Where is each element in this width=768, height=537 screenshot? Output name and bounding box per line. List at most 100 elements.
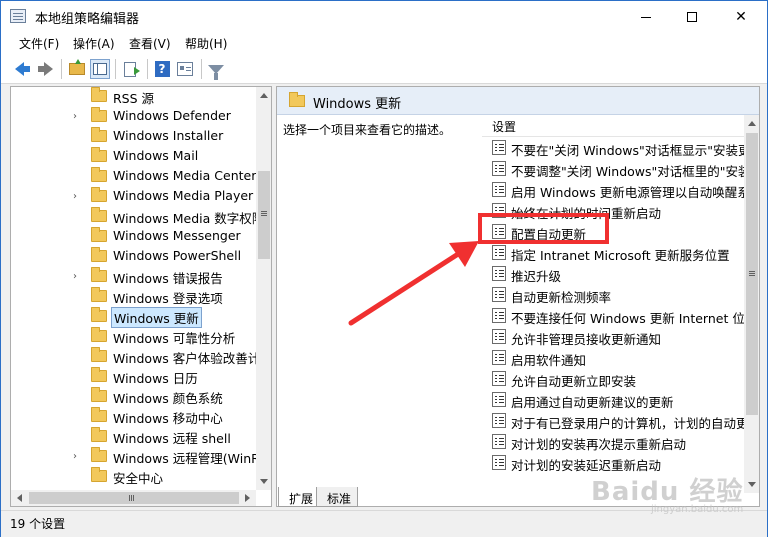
tree-item[interactable]: Windows 可靠性分析 — [11, 327, 256, 347]
tree-item[interactable]: Windows Installer — [11, 127, 256, 147]
menu-view[interactable]: 查看(V) — [129, 35, 171, 52]
tree-item[interactable]: 安全中心 — [11, 467, 256, 487]
tree-item-label: Windows Defender — [113, 108, 231, 123]
tree-item[interactable]: › Windows 错误报告 — [11, 267, 256, 287]
tree-item[interactable]: Windows 颜色系统 — [11, 387, 256, 407]
tree-item[interactable]: RSS 源 — [11, 87, 256, 107]
policy-setting-icon — [492, 350, 506, 365]
setting-row[interactable]: 自动更新检测频率 — [482, 284, 744, 305]
tree-item[interactable]: Windows Messenger — [11, 227, 256, 247]
folder-icon — [289, 92, 305, 107]
setting-row[interactable]: 指定 Intranet Microsoft 更新服务位置 — [482, 242, 744, 263]
tree-item[interactable]: Windows 移动中心 — [11, 407, 256, 427]
tree-item[interactable]: Windows 远程 shell — [11, 427, 256, 447]
scroll-right-icon[interactable] — [245, 494, 250, 502]
tree-item[interactable]: Windows 登录选项 — [11, 287, 256, 307]
policy-setting-icon — [492, 329, 506, 344]
menu-file[interactable]: 文件(F) — [19, 35, 59, 52]
setting-row[interactable]: 不要调整"关闭 Windows"对话框里的"安装更 — [482, 158, 744, 179]
tree-item-label: Windows Messenger — [113, 228, 241, 243]
tab-extended[interactable]: 扩展 — [278, 487, 321, 507]
setting-row[interactable]: 对于有已登录用户的计算机，计划的自动更新 — [482, 410, 744, 431]
scroll-down-icon[interactable] — [260, 479, 268, 484]
folder-icon — [91, 467, 107, 482]
setting-row[interactable]: 允许自动更新立即安装 — [482, 368, 744, 389]
forward-arrow-icon[interactable] — [35, 59, 55, 79]
tree-item[interactable]: Windows 日历 — [11, 367, 256, 387]
tab-standard[interactable]: 标准 — [316, 487, 359, 507]
watermark-url: jingyan.baidu.com — [651, 504, 744, 515]
policy-setting-icon — [492, 455, 506, 470]
expand-chevron-icon[interactable]: › — [73, 191, 83, 203]
properties-icon[interactable] — [175, 59, 195, 79]
maximize-button[interactable] — [669, 1, 715, 32]
setting-row[interactable]: 对计划的安装延迟重新启动 — [482, 452, 744, 473]
menu-help[interactable]: 帮助(H) — [185, 35, 227, 52]
setting-label: 允许自动更新立即安装 — [511, 374, 637, 389]
tree-item-label: Windows 客户体验改善计 — [113, 351, 261, 366]
folder-icon — [91, 167, 107, 182]
setting-label: 允许非管理员接收更新通知 — [511, 332, 662, 347]
setting-row[interactable]: 启用软件通知 — [482, 347, 744, 368]
tree-item[interactable]: Windows Media 数字权限 — [11, 207, 264, 227]
tree-item-label: Windows PowerShell — [113, 248, 242, 263]
up-folder-icon[interactable] — [67, 59, 87, 79]
scroll-thumb[interactable] — [746, 133, 758, 415]
scroll-up-icon[interactable] — [748, 121, 756, 126]
tree-item-label: Windows 登录选项 — [113, 291, 223, 306]
policy-setting-icon — [492, 287, 506, 302]
tree-vertical-scrollbar[interactable] — [256, 87, 271, 490]
scroll-left-icon[interactable] — [17, 494, 22, 502]
tree-item-label: Windows 远程 shell — [113, 431, 231, 446]
policy-setting-icon — [492, 434, 506, 449]
expand-chevron-icon[interactable]: › — [73, 271, 83, 283]
setting-row[interactable]: 不要连接任何 Windows 更新 Internet 位置 — [482, 305, 744, 326]
window-title: 本地组策略编辑器 — [35, 12, 140, 27]
expand-chevron-icon[interactable]: › — [73, 111, 83, 123]
tree-item[interactable]: › Windows Media Player — [11, 187, 256, 207]
scroll-thumb[interactable] — [258, 171, 270, 259]
tree-item-label: Windows 日历 — [113, 371, 198, 386]
tree-item-label: Windows 移动中心 — [113, 411, 223, 426]
tree-item-label: Windows 错误报告 — [113, 271, 223, 286]
tree-item-label: RSS 源 — [113, 91, 155, 106]
settings-vertical-scrollbar[interactable] — [744, 115, 759, 493]
tree-item[interactable]: Windows Media Center — [11, 167, 256, 187]
tree-item-label: Windows Mail — [113, 148, 199, 163]
folder-icon — [91, 127, 107, 142]
toolbar-separator — [115, 59, 116, 79]
minimize-button[interactable] — [623, 1, 669, 32]
tree-item[interactable]: › Windows 远程管理(WinRI — [11, 447, 264, 467]
setting-row[interactable]: 启用 Windows 更新电源管理以自动唤醒系统 — [482, 179, 744, 200]
setting-row[interactable]: 对计划的安装再次提示重新启动 — [482, 431, 744, 452]
menu-action[interactable]: 操作(A) — [73, 35, 115, 52]
close-button[interactable]: ✕ — [715, 1, 767, 32]
export-list-icon[interactable] — [120, 59, 140, 79]
setting-row[interactable]: 启用通过自动更新建议的更新 — [482, 389, 744, 410]
tree-item[interactable]: › Windows Defender — [11, 107, 256, 127]
tree-item[interactable]: Windows Mail — [11, 147, 256, 167]
setting-row[interactable]: 不要在"关闭 Windows"对话框显示"安装更新 — [482, 137, 744, 158]
setting-row[interactable]: 允许非管理员接收更新通知 — [482, 326, 744, 347]
filter-icon[interactable] — [206, 59, 226, 80]
scroll-up-icon[interactable] — [260, 93, 268, 98]
toolbar-separator — [61, 59, 62, 79]
tree-item[interactable]: Windows PowerShell — [11, 247, 256, 267]
back-arrow-icon[interactable] — [12, 59, 32, 79]
title-bar[interactable]: 本地组策略编辑器 ✕ — [1, 1, 767, 32]
tree-item[interactable]: Windows 更新 — [11, 307, 256, 328]
tree-item-label: Windows 颜色系统 — [113, 391, 223, 406]
tree-item-label: Windows 远程管理(WinRI — [113, 451, 264, 466]
scroll-thumb[interactable] — [29, 492, 239, 504]
status-text: 19 个设置 — [10, 517, 66, 531]
policy-setting-icon — [492, 182, 506, 197]
tree-item[interactable]: Windows 客户体验改善计 — [11, 347, 260, 367]
help-icon[interactable]: ? — [152, 59, 172, 79]
setting-row[interactable]: 推迟升级 — [482, 263, 744, 284]
expand-chevron-icon[interactable]: › — [73, 451, 83, 463]
tree-horizontal-scrollbar[interactable] — [11, 490, 256, 506]
menu-bar: 文件(F) 操作(A) 查看(V) 帮助(H) — [1, 32, 767, 54]
show-tree-icon[interactable] — [90, 59, 110, 79]
column-header-settings[interactable]: 设置 — [482, 115, 744, 137]
column-header-label: 设置 — [492, 120, 517, 134]
